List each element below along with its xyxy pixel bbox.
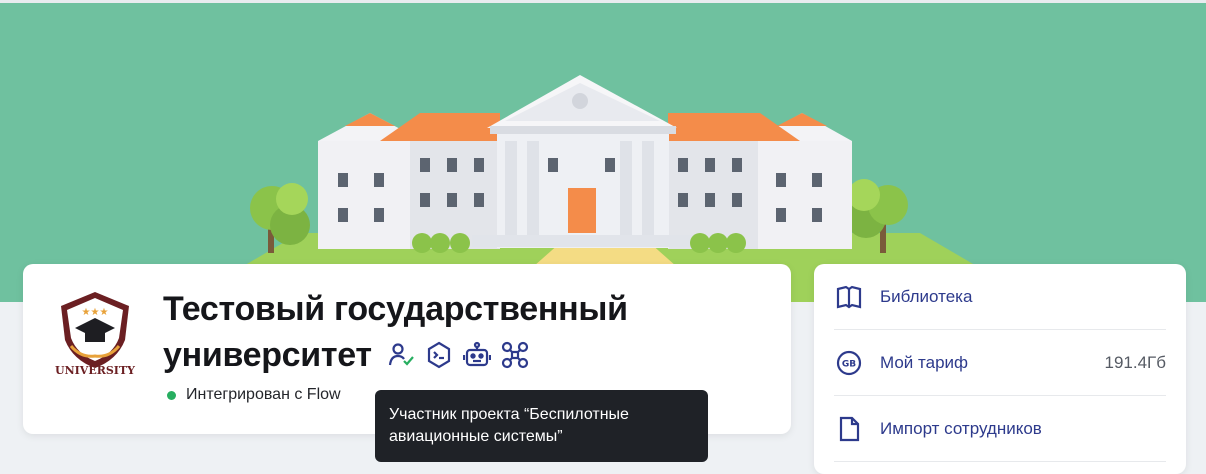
terminal-hexagon-icon[interactable] <box>424 340 454 370</box>
title-line-2: университет <box>163 336 372 374</box>
svg-text:★★★: ★★★ <box>82 307 109 318</box>
sidebar-item-library[interactable]: Библиотека <box>834 264 1166 330</box>
sidebar-item-import-employees[interactable]: Импорт сотрудников <box>834 396 1166 462</box>
integration-status: Интегрирован с Flow <box>167 386 341 404</box>
book-icon <box>834 282 864 312</box>
project-badges <box>386 340 530 370</box>
sidebar-item-label: Импорт сотрудников <box>880 418 1042 438</box>
sidebar-item-label: Мой тариф <box>880 352 969 372</box>
drone-icon[interactable] <box>500 340 530 370</box>
robot-icon[interactable] <box>462 340 492 370</box>
sidebar-item-label: Библиотека <box>880 286 973 306</box>
storage-value: 191.4Гб <box>1104 352 1166 372</box>
sidebar-menu: Библиотека GB Мой тариф 191.4Гб Импорт с… <box>814 264 1186 474</box>
sidebar-item-tariff[interactable]: GB Мой тариф 191.4Гб <box>834 330 1166 396</box>
document-icon <box>834 414 864 444</box>
status-text: Интегрирован с Flow <box>186 386 341 403</box>
university-logo: ★★★ UNIVERSITY <box>51 288 139 377</box>
university-building-illustration <box>181 75 1039 302</box>
badge-tooltip: Участник проекта “Беспилотные авиационны… <box>375 390 708 462</box>
organization-title: Тестовый государственный университет <box>163 286 763 378</box>
status-dot <box>167 390 176 400</box>
user-check-icon[interactable] <box>386 340 416 370</box>
gb-icon: GB <box>834 348 864 378</box>
cover-banner <box>0 0 1206 302</box>
svg-text:GB: GB <box>842 359 856 369</box>
svg-text:UNIVERSITY: UNIVERSITY <box>55 364 135 376</box>
title-line-1: Тестовый государственный <box>163 290 628 328</box>
